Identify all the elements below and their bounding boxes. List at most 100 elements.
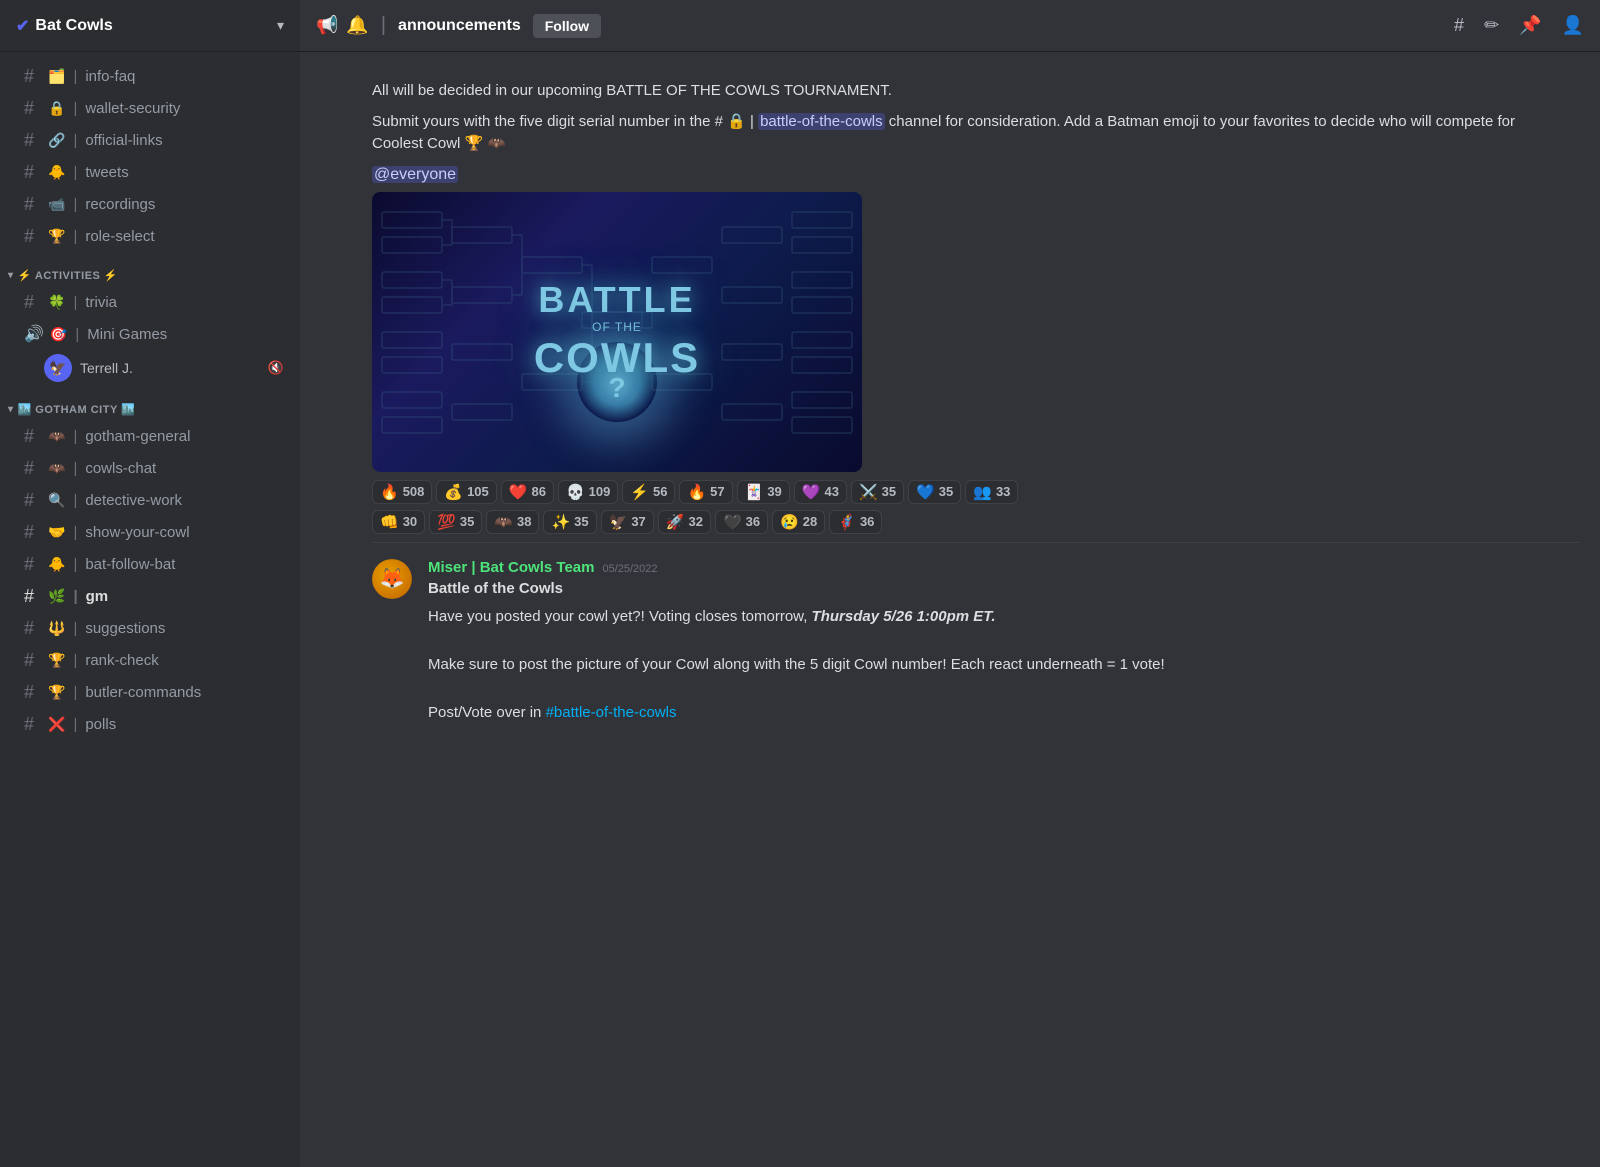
message-header-row: Miser | Bat Cowls Team 05/25/2022	[428, 559, 1560, 576]
everyone-mention: @everyone	[372, 166, 458, 183]
reaction-rocket[interactable]: 🚀 32	[658, 510, 711, 534]
voice-user-terrell[interactable]: 🦅 Terrell J. 🔇	[8, 350, 292, 386]
hashtag-icon[interactable]: #	[1454, 15, 1464, 36]
sidebar-item-tweets[interactable]: # 🐥 | tweets	[8, 157, 292, 188]
reaction-fire[interactable]: 🔥 508	[372, 480, 432, 504]
channel-header: 📢 🔔 | announcements Follow # ✏ 📌 👤	[300, 0, 1600, 52]
miser-avatar: 🦊	[372, 559, 412, 599]
reaction-heart[interactable]: ❤️ 86	[501, 480, 554, 504]
reaction-superhero[interactable]: 🦸 36	[829, 510, 882, 534]
sidebar-item-suggestions[interactable]: # 🔱 | suggestions	[8, 613, 292, 644]
speaker-icon: 🔊	[24, 324, 44, 344]
reaction-100[interactable]: 💯 35	[429, 510, 482, 534]
hash-icon: #	[24, 714, 42, 735]
channel-name: announcements	[398, 17, 521, 35]
hash-icon: #	[24, 522, 42, 543]
hash-icon: #	[24, 554, 42, 575]
battle-title: BATTLE OF THE COWLS	[534, 282, 700, 382]
reaction-fire2[interactable]: 🔥 57	[679, 480, 732, 504]
section-gotham-city[interactable]: 🏙️ GOTHAM CITY 🏙️	[0, 387, 300, 420]
follow-button[interactable]: Follow	[533, 14, 601, 38]
hash-icon: #	[24, 682, 42, 703]
reaction-people[interactable]: 👥 33	[965, 480, 1018, 504]
reaction-blue-heart[interactable]: 💙 35	[908, 480, 961, 504]
sidebar-item-detective-work[interactable]: # 🔍 | detective-work	[8, 485, 292, 516]
chevron-down-icon: ▾	[277, 17, 284, 34]
sidebar-item-gotham-general[interactable]: # 🦇 | gotham-general	[8, 421, 292, 452]
hash-icon: #	[24, 650, 42, 671]
hash-icon: #	[24, 490, 42, 511]
reaction-eagle[interactable]: 🦅 37	[601, 510, 654, 534]
avatar: 🦊	[372, 559, 412, 599]
hash-icon: #	[24, 66, 42, 87]
bold-italic-date: Thursday 5/26 1:00pm ET.	[812, 608, 996, 625]
reaction-lightning[interactable]: ⚡ 56	[622, 480, 675, 504]
hash-icon: #	[24, 98, 42, 119]
sidebar-item-cowls-chat[interactable]: # 🦇 | cowls-chat	[8, 453, 292, 484]
hash-icon: #	[24, 618, 42, 639]
channel-list: # 🗂️ | info-faq # 🔒 | wallet-security # …	[0, 52, 300, 1167]
messages-area: All will be decided in our upcoming BATT…	[300, 52, 1600, 1167]
section-activities[interactable]: ⚡ ACTIVITIES ⚡	[0, 253, 300, 286]
battle-image: BATTLE OF THE COWLS ?	[372, 192, 862, 472]
hash-icon: #	[24, 194, 42, 215]
pin-icon[interactable]: 📌	[1519, 15, 1541, 36]
channel-mention-battle[interactable]: battle-of-the-cowls	[758, 113, 885, 130]
header-right-icons: # ✏ 📌 👤	[1454, 15, 1584, 36]
message-title: Battle of the Cowls	[428, 580, 1560, 597]
hash-icon: #	[24, 458, 42, 479]
sidebar-item-official-links[interactable]: # 🔗 | official-links	[8, 125, 292, 156]
battle-image-embed: BATTLE OF THE COWLS ?	[372, 192, 862, 472]
reaction-cry[interactable]: 😢 28	[772, 510, 825, 534]
reactions-row-2: 👊 30 💯 35 🦇 38 ✨ 35 🦅 37	[372, 510, 1560, 534]
reaction-spark[interactable]: ✨ 35	[543, 510, 596, 534]
reaction-swords[interactable]: ⚔️ 35	[851, 480, 904, 504]
reaction-joker[interactable]: 🃏 39	[737, 480, 790, 504]
hash-icon: #	[24, 586, 42, 607]
reaction-bat[interactable]: 🦇 38	[486, 510, 539, 534]
hash-icon: #	[24, 130, 42, 151]
sidebar-item-butler-commands[interactable]: # 🏆 | butler-commands	[8, 677, 292, 708]
server-name: ✔ Bat Cowls	[16, 16, 113, 36]
reactions-row-1: 🔥 508 💰 105 ❤️ 86 💀 109 ⚡ 56	[372, 480, 1560, 504]
reaction-purple-heart[interactable]: 💜 43	[794, 480, 847, 504]
mention-tag: @everyone	[372, 166, 1560, 184]
message-text-2: Submit yours with the five digit serial …	[372, 111, 1560, 156]
sidebar-item-wallet-security[interactable]: # 🔒 | wallet-security	[8, 93, 292, 124]
message-author[interactable]: Miser | Bat Cowls Team	[428, 559, 594, 576]
header-divider: |	[381, 14, 386, 37]
sidebar-item-role-select[interactable]: # 🏆 | role-select	[8, 221, 292, 252]
sidebar-item-recordings[interactable]: # 📹 | recordings	[8, 189, 292, 220]
sidebar-item-polls[interactable]: # ❌ | polls	[8, 709, 292, 740]
person-icon[interactable]: 👤	[1562, 15, 1584, 36]
sidebar-item-show-your-cowl[interactable]: # 🤝 | show-your-cowl	[8, 517, 292, 548]
hash-icon: #	[24, 426, 42, 447]
question-mark: ?	[608, 372, 625, 404]
message-body-2: Miser | Bat Cowls Team 05/25/2022 Battle…	[428, 559, 1560, 725]
reaction-fist[interactable]: 👊 30	[372, 510, 425, 534]
sidebar-item-trivia[interactable]: # 🍀 | trivia	[8, 287, 292, 318]
message-content-2: Have you posted your cowl yet?! Voting c…	[428, 605, 1560, 725]
battle-bracket-center: BATTLE OF THE COWLS	[372, 192, 862, 472]
sidebar: ✔ Bat Cowls ▾ # 🗂️ | info-faq # 🔒 | wall…	[0, 0, 300, 1167]
sidebar-item-gm[interactable]: # 🌿 | gm	[8, 581, 292, 612]
message-block-2: 🦊 Miser | Bat Cowls Team 05/25/2022 Batt…	[372, 543, 1580, 729]
hash-icon: #	[24, 292, 42, 313]
sidebar-item-info-faq[interactable]: # 🗂️ | info-faq	[8, 61, 292, 92]
channel-header-icons: 📢 🔔	[316, 15, 369, 36]
hash-icon: #	[24, 226, 42, 247]
message-text-1: All will be decided in our upcoming BATT…	[372, 80, 1560, 103]
sidebar-item-mini-games[interactable]: 🔊 🎯 | Mini Games	[8, 319, 292, 349]
reaction-black-heart[interactable]: 🖤 36	[715, 510, 768, 534]
sidebar-item-bat-follow-bat[interactable]: # 🐥 | bat-follow-bat	[8, 549, 292, 580]
edit-icon[interactable]: ✏	[1484, 15, 1499, 36]
server-header[interactable]: ✔ Bat Cowls ▾	[0, 0, 300, 52]
sidebar-item-rank-check[interactable]: # 🏆 | rank-check	[8, 645, 292, 676]
verified-icon: ✔	[16, 16, 29, 36]
reaction-skull[interactable]: 💀 109	[558, 480, 618, 504]
reaction-bag[interactable]: 💰 105	[436, 480, 496, 504]
channel-link-battle[interactable]: #battle-of-the-cowls	[546, 704, 677, 721]
mute-icon: 🔇	[268, 360, 284, 376]
message-timestamp: 05/25/2022	[602, 563, 657, 575]
announcements-icon: 📢	[316, 15, 338, 36]
